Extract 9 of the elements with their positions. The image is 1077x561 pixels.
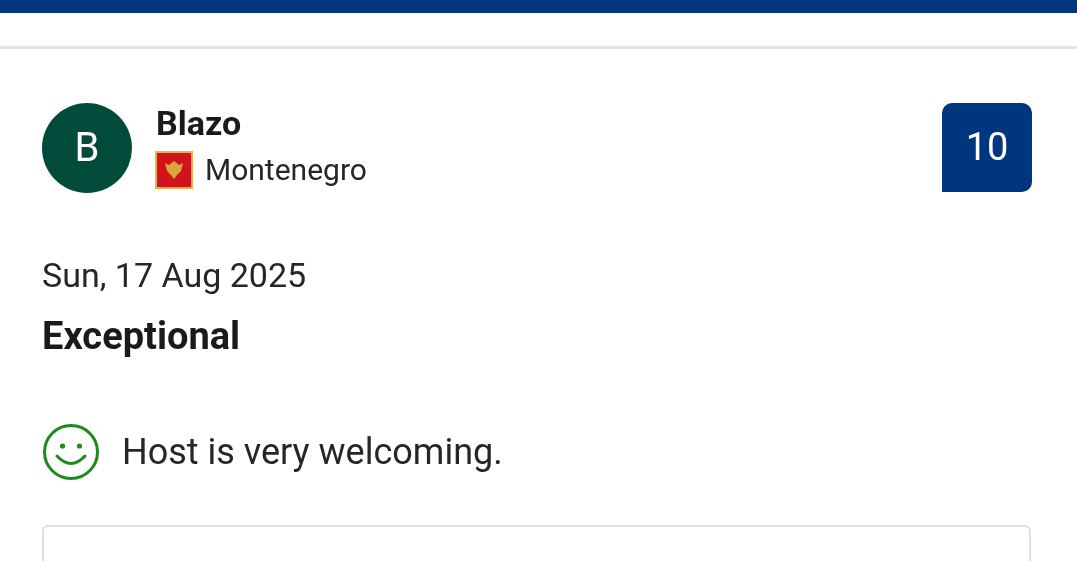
rating-label: Exceptional — [42, 313, 242, 360]
flag-icon — [155, 151, 193, 189]
reviewer-name: Blazo — [156, 102, 243, 145]
positive-comment: Host is very welcoming. — [122, 430, 503, 475]
avatar: B — [42, 103, 132, 193]
smiley-icon — [42, 423, 100, 481]
review-date: Sun, 17 Aug 2025 — [42, 254, 308, 297]
score-badge: 10 — [942, 103, 1032, 192]
country-name: Montenegro — [205, 151, 367, 189]
